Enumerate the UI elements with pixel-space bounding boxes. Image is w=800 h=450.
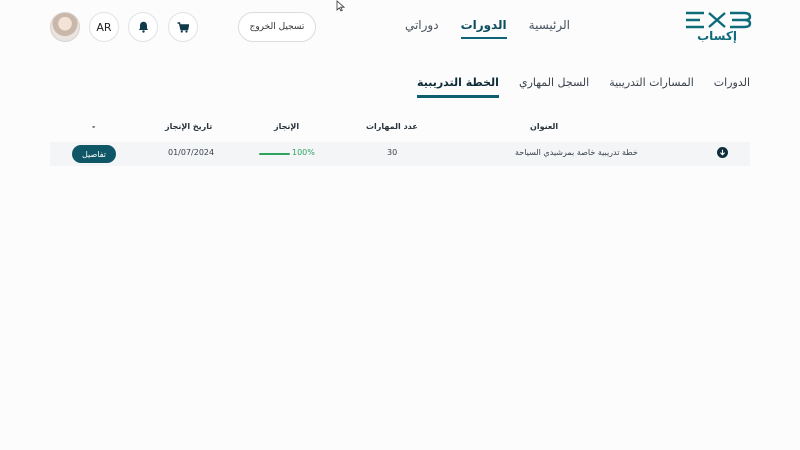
row-title: خطة تدريبية خاصة بمرشيدي السياحة bbox=[515, 148, 638, 157]
completion-percent: 100% bbox=[292, 148, 315, 157]
cart-button[interactable] bbox=[168, 12, 198, 42]
logout-button[interactable]: تسجيل الخروج bbox=[238, 12, 316, 42]
logo-text: إكساب bbox=[697, 29, 737, 43]
bell-icon bbox=[138, 21, 148, 33]
completion-progress-bar bbox=[259, 153, 290, 155]
logo-mark-icon bbox=[686, 11, 752, 29]
expand-row-button[interactable] bbox=[717, 147, 728, 158]
details-button[interactable]: تفاصيل bbox=[72, 145, 116, 163]
avatar[interactable] bbox=[50, 12, 80, 42]
arrow-down-circle-icon bbox=[720, 149, 725, 156]
nav-item-my-courses[interactable]: دوراتي bbox=[405, 16, 439, 40]
cart-icon bbox=[177, 21, 189, 33]
nav-item-courses[interactable]: الدورات bbox=[461, 16, 507, 40]
tab-courses[interactable]: الدورات bbox=[714, 76, 750, 98]
plan-tabs: الدورات المسارات التدريبية السجل المهاري… bbox=[397, 76, 750, 98]
tab-skills-record[interactable]: السجل المهاري bbox=[519, 76, 589, 98]
row-completion-date: 01/07/2024 bbox=[168, 148, 215, 157]
column-header-completion: الإنجاز bbox=[274, 122, 300, 131]
column-header-title: العنوان bbox=[530, 122, 559, 131]
tab-training-plan[interactable]: الخطة التدريبية bbox=[417, 76, 499, 98]
brand-logo[interactable]: إكساب bbox=[682, 10, 752, 44]
notifications-button[interactable] bbox=[128, 12, 158, 42]
column-header-completion-date: تاريخ الإنجاز bbox=[165, 122, 213, 131]
language-button[interactable]: AR bbox=[89, 12, 119, 42]
completion-progress-fill bbox=[259, 153, 290, 155]
table-row bbox=[50, 142, 750, 166]
column-header-actions: - bbox=[92, 122, 96, 131]
tab-training-paths[interactable]: المسارات التدريبية bbox=[609, 76, 694, 98]
main-nav: الرئيسية الدورات دوراتي bbox=[383, 16, 570, 40]
nav-item-home[interactable]: الرئيسية bbox=[529, 16, 570, 40]
mouse-cursor-icon bbox=[336, 0, 345, 12]
row-skills-count: 30 bbox=[387, 148, 398, 157]
column-header-skills-count: عدد المهارات bbox=[366, 122, 418, 131]
